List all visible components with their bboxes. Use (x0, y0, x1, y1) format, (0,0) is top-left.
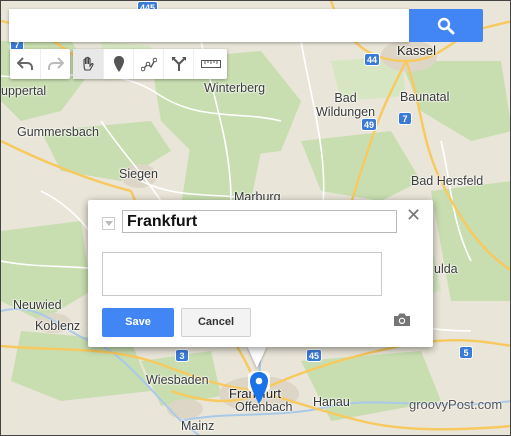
location-pin[interactable] (246, 369, 272, 410)
cancel-button[interactable]: Cancel (181, 308, 251, 337)
place-label: Hanau (313, 395, 350, 409)
place-label: ulda (434, 262, 458, 276)
place-label: Winterberg (204, 81, 266, 95)
add-marker-button[interactable] (103, 49, 133, 79)
history-group (10, 49, 70, 79)
marker-icon (113, 56, 124, 72)
highway-shield: 7 (398, 112, 412, 125)
tools-group (73, 49, 227, 79)
highway-shield: 45 (306, 349, 323, 362)
place-label: Wiesbaden (146, 373, 209, 387)
place-label: Bad Wildungen (316, 91, 376, 119)
title-input[interactable] (122, 210, 397, 233)
search-icon (437, 17, 455, 35)
save-button[interactable]: Save (102, 308, 174, 337)
highway-shield: 3 (175, 349, 189, 362)
redo-button[interactable] (40, 49, 70, 79)
select-tool-button[interactable] (73, 49, 103, 79)
place-info-popup: ✕ Save Cancel (88, 200, 433, 347)
directions-icon (171, 57, 186, 71)
place-label: Kassel (397, 43, 437, 58)
highway-shield: 44 (364, 53, 381, 66)
undo-arrow-icon (17, 57, 33, 70)
measure-button[interactable] (193, 49, 227, 79)
map-toolbar (10, 49, 227, 79)
place-label: Neuwied (13, 298, 62, 312)
highway-shield: 49 (361, 118, 378, 131)
camera-icon (394, 313, 410, 326)
place-label: Bad Hersfeld (411, 174, 484, 188)
style-dropdown[interactable] (102, 217, 115, 230)
add-photo-button[interactable] (393, 312, 411, 332)
map-window: Kassel uppertal Winterberg Bad Wildungen… (0, 0, 511, 436)
place-label: Koblenz (35, 319, 81, 333)
draw-line-icon (140, 57, 157, 72)
place-label: Mainz (181, 419, 215, 433)
place-label: Siegen (119, 167, 158, 181)
redo-arrow-icon (47, 57, 64, 70)
place-label: Baunatal (400, 90, 450, 104)
place-label: uppertal (1, 84, 47, 98)
directions-button[interactable] (163, 49, 193, 79)
close-icon[interactable]: ✕ (406, 206, 421, 224)
hand-icon (83, 56, 94, 71)
highway-shield: 5 (459, 346, 473, 359)
search-button[interactable] (409, 9, 483, 42)
watermark: groovyPost.com (409, 397, 503, 412)
ruler-icon (200, 60, 221, 68)
map-marker-icon (246, 369, 272, 404)
description-field[interactable] (102, 252, 382, 296)
undo-button[interactable] (10, 49, 40, 79)
draw-line-button[interactable] (133, 49, 163, 79)
place-label: Gummersbach (17, 125, 99, 139)
popup-tail (247, 346, 267, 368)
search-input[interactable] (9, 9, 409, 42)
